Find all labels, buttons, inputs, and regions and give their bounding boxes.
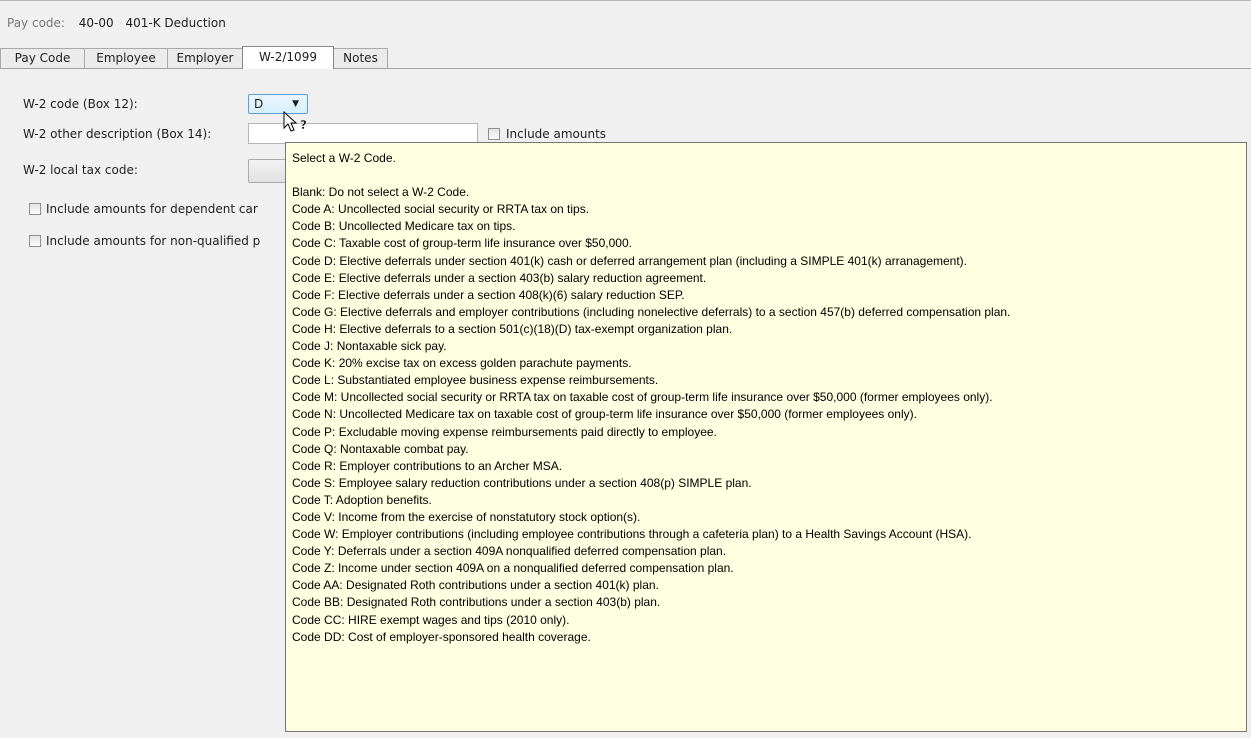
tooltip-code-line: Code CC: HIRE exempt wages and tips (201… — [292, 612, 570, 627]
tooltip-title: Select a W-2 Code. — [292, 151, 396, 165]
svg-text:?: ? — [300, 118, 307, 132]
tooltip-code-line: Code P: Excludable moving expense reimbu… — [292, 424, 717, 439]
tooltip-code-line: Code M: Uncollected social security or R… — [292, 390, 993, 405]
tooltip-code-line: Code F: Elective deferrals under a secti… — [292, 287, 685, 302]
tooltip-code-line: Code Q: Nontaxable combat pay. — [292, 441, 469, 456]
include-amounts-label: Include amounts — [506, 127, 607, 141]
tooltip-code-line: Code B: Uncollected Medicare tax on tips… — [292, 219, 516, 234]
w2-code-value: D — [254, 97, 264, 111]
tooltip-code-line: Code K: 20% excise tax on excess golden … — [292, 356, 632, 371]
w2-local-tax-code-label: W-2 local tax code: — [23, 163, 138, 177]
tab-employee[interactable]: Employee — [84, 48, 168, 68]
w2-code-tooltip: Select a W-2 Code. Blank: Do not select … — [285, 142, 1247, 732]
paycode-header: Pay code: 40-00 401-K Deduction — [7, 16, 226, 30]
tab-pay-code[interactable]: Pay Code — [0, 48, 85, 68]
top-border — [0, 0, 1251, 1]
tooltip-code-line: Code Z: Income under section 409A on a n… — [292, 561, 734, 576]
chevron-down-icon: ▼ — [292, 99, 299, 109]
tooltip-code-line: Code V: Income from the exercise of nons… — [292, 509, 641, 524]
tooltip-code-line: Code R: Employer contributions to an Arc… — [292, 458, 563, 473]
tooltip-code-line: Code N: Uncollected Medicare tax on taxa… — [292, 407, 917, 422]
tooltip-code-line: Code E: Elective deferrals under a secti… — [292, 270, 707, 285]
tooltip-code-line: Code G: Elective deferrals and employer … — [292, 304, 1011, 319]
tooltip-code-line: Code AA: Designated Roth contributions u… — [292, 578, 659, 593]
tooltip-spacer — [292, 167, 1246, 184]
tooltip-code-line: Code L: Substantiated employee business … — [292, 373, 659, 388]
tooltip-code-line: Code J: Nontaxable sick pay. — [292, 339, 447, 354]
tooltip-code-line: Code BB: Designated Roth contributions u… — [292, 595, 661, 610]
help-cursor-icon: ? — [283, 111, 307, 132]
tooltip-code-line: Code T: Adoption benefits. — [292, 492, 432, 507]
tooltip-code-line: Code Y: Deferrals under a section 409A n… — [292, 544, 727, 559]
w2-code-label: W-2 code (Box 12): — [23, 97, 138, 111]
tab-divider — [0, 68, 1251, 69]
tooltip-code-line: Code C: Taxable cost of group-term life … — [292, 236, 632, 251]
paycode-description: 401-K Deduction — [125, 16, 226, 30]
tooltip-code-line: Code S: Employee salary reduction contri… — [292, 475, 752, 490]
tooltip-code-line: Code A: Uncollected social security or R… — [292, 202, 590, 217]
w2-other-description-label: W-2 other description (Box 14): — [23, 127, 212, 141]
paycode-value: 40-00 — [78, 16, 114, 30]
paycode-label: Pay code: — [7, 16, 65, 30]
include-amounts-checkbox[interactable] — [488, 128, 500, 140]
dependent-care-checkbox[interactable] — [29, 203, 41, 215]
nonqualified-plan-label: Include amounts for non-qualified p — [46, 234, 261, 248]
dependent-care-label: Include amounts for dependent car — [46, 202, 258, 216]
tooltip-code-list: Blank: Do not select a W-2 Code. Code A: … — [292, 184, 1246, 646]
tab-w2-1099[interactable]: W-2/1099 — [242, 46, 334, 69]
tooltip-code-line: Code H: Elective deferrals to a section … — [292, 321, 733, 336]
tooltip-code-line: Blank: Do not select a W-2 Code. — [292, 185, 470, 200]
tooltip-code-line: Code W: Employer contributions (includin… — [292, 527, 972, 542]
tab-notes[interactable]: Notes — [333, 48, 388, 68]
tab-employer[interactable]: Employer — [167, 48, 243, 68]
nonqualified-plan-checkbox[interactable] — [29, 235, 41, 247]
tooltip-code-line: Code DD: Cost of employer-sponsored heal… — [292, 629, 591, 644]
tooltip-code-line: Code D: Elective deferrals under section… — [292, 253, 968, 268]
